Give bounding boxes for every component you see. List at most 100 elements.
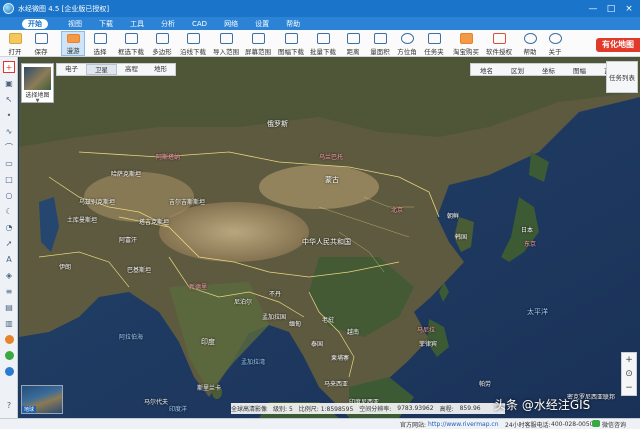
menu-view[interactable]: 视图 — [68, 19, 82, 29]
label-mongolia: 蒙古 — [325, 176, 339, 184]
circle-tool-icon[interactable]: ○ — [3, 189, 15, 201]
polyline-tool-icon[interactable]: ⌒ — [3, 141, 15, 153]
overlay-tabs: 地名 区划 坐标 图幅 瓦片 — [470, 63, 627, 76]
hotline-number: 400-028-0050 — [551, 420, 594, 428]
map-type-tabs: 电子 卫星 高程 地形 — [56, 63, 176, 76]
chevron-down-icon: ▼ — [35, 98, 40, 104]
pointer-tool-icon[interactable]: ↖ — [3, 93, 15, 105]
chart-tool-icon[interactable]: ▥ — [3, 317, 15, 329]
map-view[interactable]: 俄罗斯 哈萨克斯坦 蒙古 中华人民共和国 北京 乌兰巴托 阿斯塔纳 朝鲜 韩国 … — [19, 57, 640, 418]
help-button[interactable]: 帮助 — [519, 31, 541, 56]
menu-start[interactable]: 开始 — [22, 18, 48, 29]
line-download-button[interactable]: 沿线下载 — [178, 31, 208, 56]
polygon-button[interactable]: 多边形 — [150, 31, 174, 56]
sector-tool-icon[interactable]: ◔ — [3, 221, 15, 233]
taobao-button[interactable]: 淘宝购买 — [452, 31, 480, 56]
promo-banner[interactable]: 有化地图 — [596, 38, 640, 52]
wechat-button[interactable]: 微信咨询 — [602, 420, 626, 429]
license-icon — [492, 33, 506, 44]
tab-elevation[interactable]: 高程 — [117, 64, 146, 75]
ribbon-toolbar: 打开 保存 漫游 选择 框选下载 多边形 沿线下载 导入范围 屏幕范围 图幅下载… — [0, 30, 640, 57]
task-folder-icon — [427, 33, 441, 44]
map-selector[interactable]: 选择地图 ▼ — [21, 63, 54, 104]
zoom-level: 级别: 5 — [273, 406, 293, 413]
cursor-select-icon — [93, 33, 107, 44]
mini-map[interactable]: 地球 — [21, 385, 63, 414]
label-beijing: 北京 — [391, 207, 404, 214]
label-ulaanbaatar: 乌兰巴托 — [319, 154, 344, 161]
arrow-tool-icon[interactable]: ➚ — [3, 237, 15, 249]
import-range-button[interactable]: 导入范围 — [211, 31, 241, 56]
altitude-label: 高程: — [439, 406, 454, 413]
sheet-download-button[interactable]: 图幅下载 — [276, 31, 306, 56]
label-sri-lanka: 斯里兰卡 — [197, 385, 222, 392]
task-folder-button[interactable]: 任务夹 — [422, 31, 446, 56]
label-kyrgyzstan: 吉尔吉斯斯坦 — [169, 199, 206, 206]
sheet-download-icon — [284, 33, 298, 44]
box-download-button[interactable]: 框选下载 — [116, 31, 146, 56]
tab-coordinates[interactable]: 坐标 — [533, 65, 564, 75]
text-tool-icon[interactable]: A — [3, 253, 15, 265]
label-malaysia: 马来西亚 — [324, 381, 349, 388]
pan-button[interactable]: 漫游 — [61, 31, 85, 56]
license-button[interactable]: 软件授权 — [484, 31, 514, 56]
label-japan: 日本 — [521, 227, 534, 234]
layer-tool-icon[interactable]: ▣ — [3, 77, 15, 89]
distance-button[interactable]: 距离 — [341, 31, 365, 56]
help-icon — [523, 33, 537, 44]
minimize-button[interactable]: — — [584, 0, 602, 17]
curve-tool-icon[interactable]: ∿ — [3, 125, 15, 137]
question-tool-icon[interactable]: ? — [3, 399, 15, 411]
locate-tool-icon[interactable]: + — [3, 61, 15, 73]
tab-terrain[interactable]: 地形 — [146, 64, 175, 75]
task-list-button[interactable]: 任务列表 — [606, 61, 638, 93]
zoom-out-button[interactable]: − — [622, 381, 636, 395]
tab-divisions[interactable]: 区划 — [502, 65, 533, 75]
maximize-button[interactable]: □ — [602, 0, 620, 17]
globe-tool-icon[interactable] — [3, 365, 15, 377]
about-button[interactable]: 关于 — [544, 31, 566, 56]
save-button[interactable]: 保存 — [30, 31, 52, 56]
flag-tool-icon[interactable] — [3, 333, 15, 345]
area-button[interactable]: 量面积 — [368, 31, 392, 56]
square-tool-icon[interactable]: □ — [3, 173, 15, 185]
marker-tool-icon[interactable]: ◈ — [3, 269, 15, 281]
table-tool-icon[interactable]: ▤ — [3, 301, 15, 313]
locate-button[interactable]: ⊙ — [622, 367, 636, 381]
imagery-source: 全球高清影像 — [231, 406, 268, 413]
tab-placenames[interactable]: 地名 — [471, 65, 502, 75]
watermark: 头条 @水经注GIS — [494, 398, 591, 412]
open-button[interactable]: 打开 — [4, 31, 26, 56]
site-label: 官方网站: — [400, 421, 427, 429]
label-manila: 马尼拉 — [417, 327, 436, 334]
box-download-icon — [124, 33, 138, 44]
batch-download-button[interactable]: 批量下载 — [308, 31, 338, 56]
menu-analysis[interactable]: 分析 — [161, 19, 175, 29]
zoom-in-button[interactable]: + — [622, 353, 636, 367]
label-afghanistan: 阿富汗 — [119, 237, 138, 244]
screen-range-button[interactable]: 屏幕范围 — [243, 31, 273, 56]
azimuth-button[interactable]: 方位角 — [395, 31, 419, 56]
tab-sheets[interactable]: 图幅 — [564, 65, 595, 75]
area-tool-icon[interactable]: ▭ — [3, 157, 15, 169]
menu-download[interactable]: 下载 — [99, 19, 113, 29]
menu-network[interactable]: 网络 — [224, 19, 238, 29]
tab-satellite[interactable]: 卫星 — [86, 64, 117, 75]
menu-settings[interactable]: 设置 — [255, 19, 269, 29]
scale-readout: 比例尺: 1:8598595 — [298, 406, 354, 413]
import-range-icon — [219, 33, 233, 44]
menu-help[interactable]: 帮助 — [286, 19, 300, 29]
point-tool-icon[interactable]: • — [3, 109, 15, 121]
menu-tools[interactable]: 工具 — [130, 19, 144, 29]
label-nepal: 尼泊尔 — [234, 299, 253, 306]
close-button[interactable]: × — [620, 0, 638, 17]
menu-cad[interactable]: CAD — [192, 20, 207, 28]
label-india: 印度 — [201, 338, 215, 346]
tab-electronic[interactable]: 电子 — [57, 64, 86, 75]
green-tool-icon[interactable] — [3, 349, 15, 361]
site-link[interactable]: http://www.rivermap.cn — [428, 421, 499, 428]
select-button[interactable]: 选择 — [89, 31, 111, 56]
stack-tool-icon[interactable]: ≡ — [3, 285, 15, 297]
menu-bar: 开始 视图 下载 工具 分析 CAD 网络 设置 帮助 — [0, 17, 640, 30]
moon-tool-icon[interactable]: ☾ — [3, 205, 15, 217]
